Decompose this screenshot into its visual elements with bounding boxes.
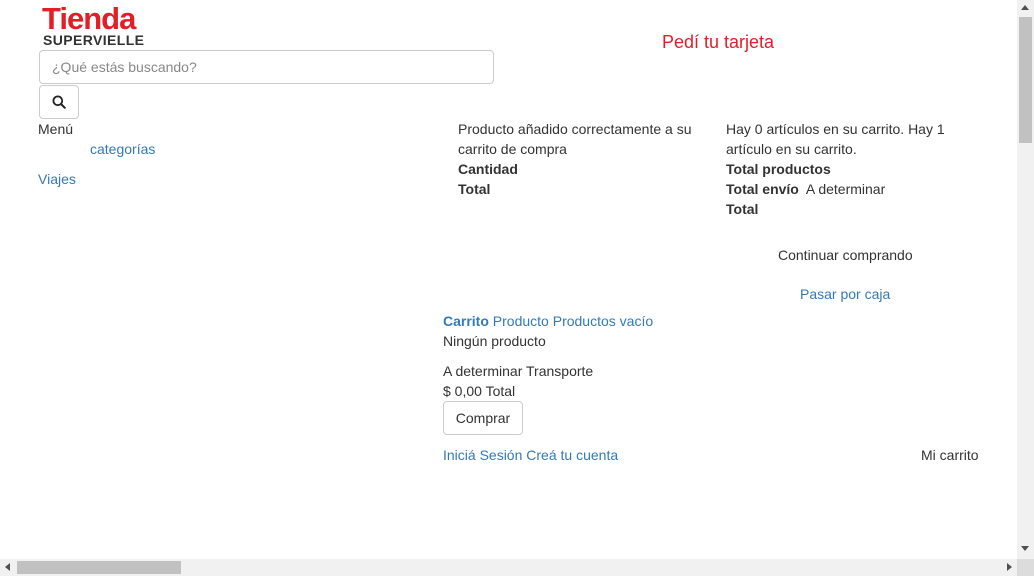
horizontal-scroll-thumb[interactable] — [17, 561, 181, 574]
vertical-scrollbar[interactable] — [1017, 0, 1034, 559]
cart-total-label: Total — [726, 201, 759, 217]
search-icon — [52, 95, 66, 109]
total-label: Total — [458, 181, 491, 197]
account-links: Iniciá Sesión Creá tu cuenta — [443, 445, 618, 465]
cart-title-link[interactable]: Carrito — [443, 313, 489, 329]
search-input[interactable] — [39, 50, 494, 84]
scroll-right-arrow-icon[interactable] — [1007, 563, 1012, 571]
scroll-left-arrow-icon[interactable] — [5, 563, 10, 571]
buy-button[interactable]: Comprar — [443, 401, 523, 435]
total-shipping-value: A determinar — [805, 181, 886, 197]
total-text: Total — [485, 383, 516, 399]
cart-empty-label: Productos vacío — [552, 313, 654, 329]
total-shipping-label: Total envío — [726, 181, 799, 197]
cart-product-label: Producto — [492, 313, 549, 329]
checkout-link[interactable]: Pasar por caja — [800, 284, 890, 304]
request-card-link[interactable]: Pedí tu tarjeta — [662, 31, 774, 53]
register-link[interactable]: Creá tu cuenta — [526, 447, 618, 463]
scroll-down-arrow-icon[interactable] — [1021, 546, 1029, 551]
vertical-scroll-thumb[interactable] — [1019, 17, 1032, 143]
cart-count-message: Hay 0 artículos en su carrito. Hay 1 art… — [726, 121, 945, 157]
nav-travel-link[interactable]: Viajes — [38, 169, 76, 189]
quantity-label: Cantidad — [458, 161, 518, 177]
login-link[interactable]: Iniciá Sesión — [443, 447, 522, 463]
total-value: $ 0,00 — [443, 383, 482, 399]
cart-header: Carrito Producto Productos vacío — [443, 311, 653, 331]
scroll-up-arrow-icon[interactable] — [1021, 5, 1029, 10]
shipping-value: A determinar — [443, 363, 523, 379]
logo-text-supervielle: SUPERVIELLE — [43, 32, 145, 48]
shipping-label: Transporte — [526, 363, 594, 379]
store-logo[interactable]: Tienda SUPERVIELLE — [40, 1, 150, 49]
menu-label: Menú — [38, 121, 74, 137]
nav-categories-link[interactable]: categorías — [90, 139, 155, 159]
my-cart-link[interactable]: Mi carrito — [921, 445, 979, 465]
search-button[interactable] — [39, 85, 79, 119]
horizontal-scrollbar[interactable] — [0, 559, 1017, 576]
logo-text-tienda: Tienda — [42, 1, 136, 36]
total-row: $ 0,00 Total — [443, 381, 515, 401]
total-products-label: Total productos — [726, 161, 831, 177]
shipping-row: A determinar Transporte — [443, 361, 593, 381]
no-product-text: Ningún producto — [443, 333, 546, 349]
total-shipping-row: Total envío A determinar — [726, 179, 885, 199]
added-message: Producto añadido correctamente a su carr… — [458, 121, 692, 157]
continue-shopping-button[interactable]: Continuar comprando — [778, 245, 913, 265]
scrollbar-corner — [1017, 559, 1034, 576]
